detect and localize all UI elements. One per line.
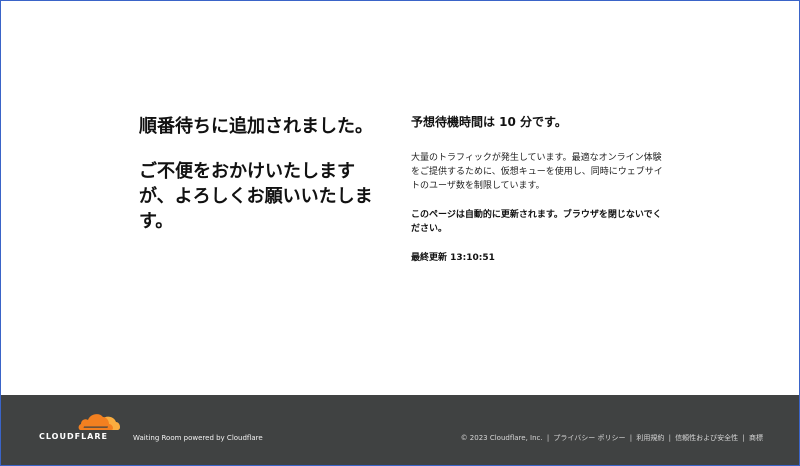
cloudflare-logo[interactable]: CLOUDFLARE — [39, 411, 129, 445]
footer-links: © 2023 Cloudflare, Inc. | プライバシー ポリシー | … — [461, 433, 763, 443]
main-content: 順番待ちに追加されました。 ご不便をおかけいたしますが、よろしくお願いいたします… — [1, 1, 799, 396]
estimated-wait-time: 予想待機時間は 10 分です。 — [411, 115, 567, 129]
queue-added-message: 順番待ちに追加されました。 — [139, 116, 373, 137]
trust-and-safety-link[interactable]: 信頼性および安全性 — [675, 434, 738, 442]
waiting-room-page: 順番待ちに追加されました。 ご不便をおかけいたしますが、よろしくお願いいたします… — [0, 0, 800, 466]
copyright-text: © 2023 Cloudflare, Inc. — [460, 434, 543, 442]
terms-of-use-link[interactable]: 利用規約 — [636, 434, 664, 442]
inconvenience-message: ご不便をおかけいたしますが、よろしくお願いいたします。 — [139, 161, 373, 232]
footer: CLOUDFLARE Waiting Room powered by Cloud… — [1, 395, 799, 465]
left-column: 順番待ちに追加されました。 ご不便をおかけいたしますが、よろしくお願いいたします… — [139, 114, 389, 254]
cloudflare-cloud-icon — [78, 414, 120, 430]
link-separator: | — [629, 434, 633, 442]
cloudflare-wordmark: CLOUDFLARE — [39, 432, 108, 441]
link-separator: | — [742, 434, 745, 442]
trademark-link[interactable]: 商標 — [749, 434, 763, 442]
auto-refresh-notice: このページは自動的に更新されます。ブラウザを閉じないでください。 — [411, 210, 662, 234]
last-updated-time: 最終更新 13:10:51 — [411, 253, 495, 263]
link-separator: | — [546, 434, 550, 442]
traffic-description: 大量のトラフィックが発生しています。最適なオンライン体験をご提供するために、仮想… — [411, 153, 663, 191]
link-separator: | — [668, 434, 671, 442]
powered-by-text: Waiting Room powered by Cloudflare — [133, 434, 263, 442]
right-column: 予想待機時間は 10 分です。 大量のトラフィックが発生しています。最適なオンラ… — [411, 113, 666, 265]
privacy-policy-link[interactable]: プライバシー ポリシー — [553, 434, 625, 442]
